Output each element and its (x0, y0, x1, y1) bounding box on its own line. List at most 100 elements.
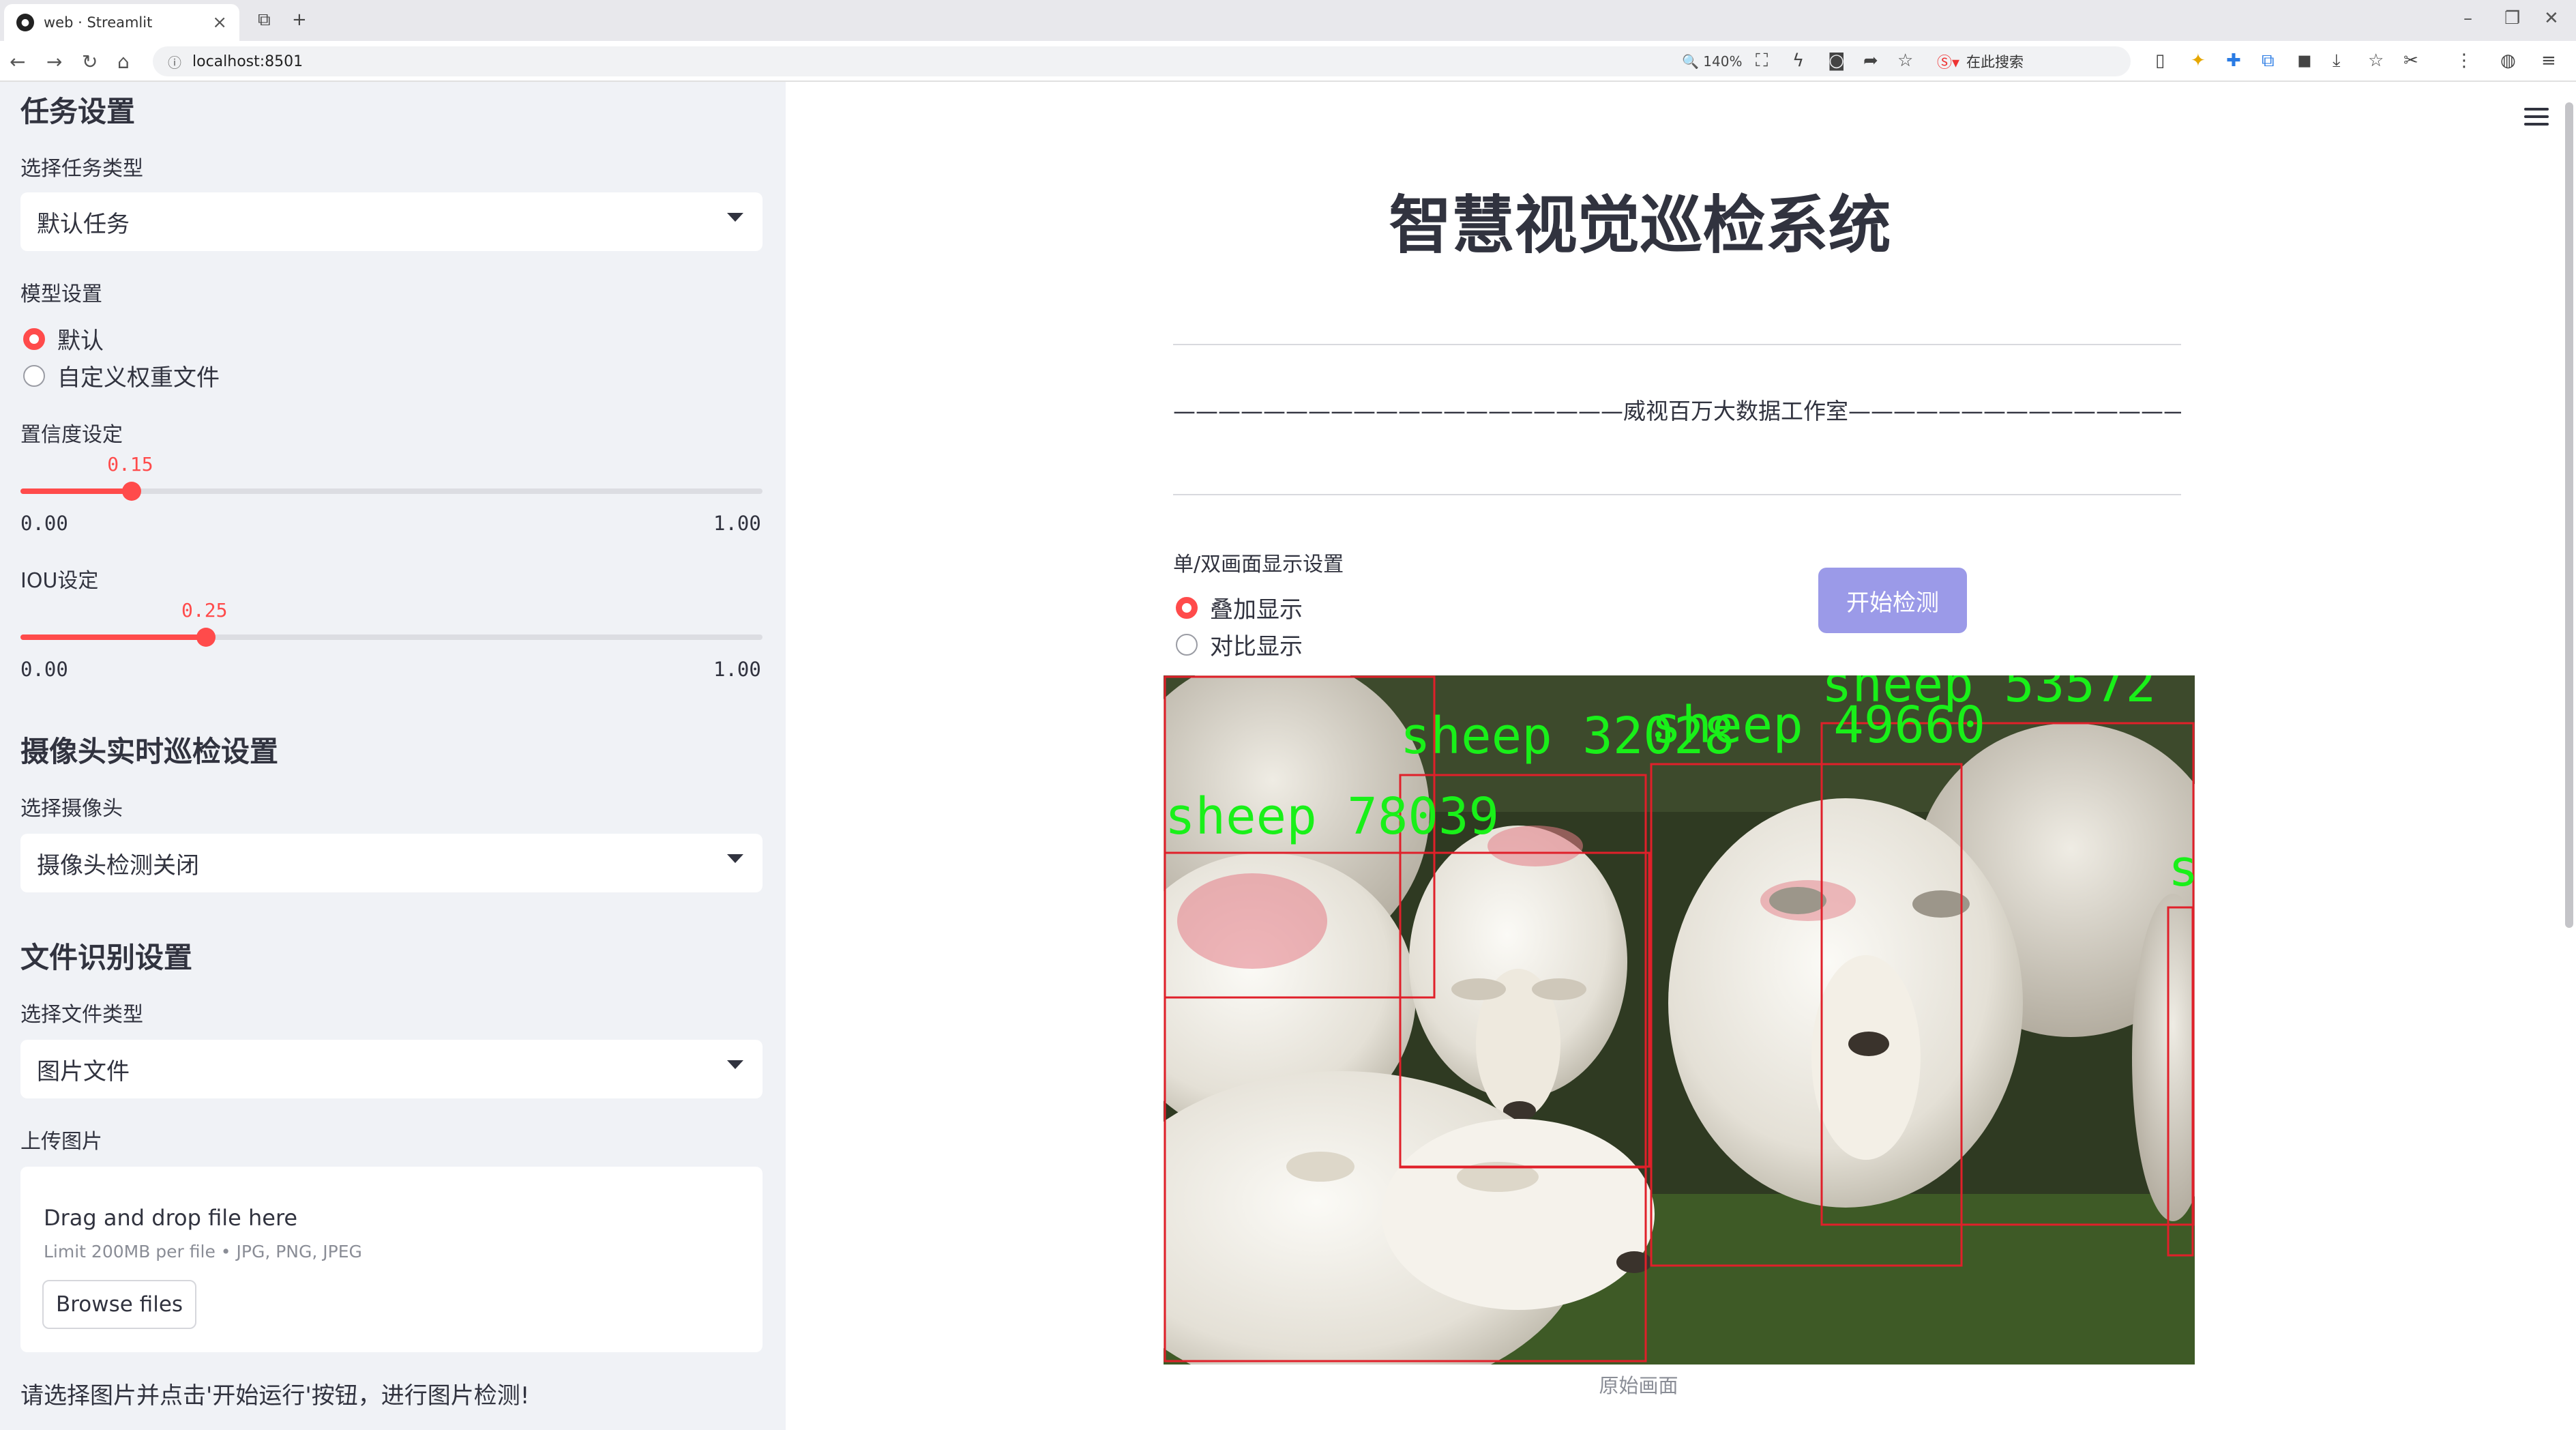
iou-max: 1.00 (713, 658, 761, 681)
search-engine-icon: Ⓢ▾ (1937, 55, 1960, 72)
close-window-icon[interactable]: ✕ (2544, 8, 2559, 29)
sidebar: 任务设置 选择任务类型 默认任务 模型设置 默认 自定义权重文件 置信度设定 0… (0, 82, 786, 1430)
search-placeholder: 在此搜索 (1966, 54, 2024, 70)
model-option-default[interactable]: 默认 (23, 322, 104, 355)
chevron-down-icon (727, 1060, 743, 1069)
task-type-value: 默认任务 (37, 210, 130, 238)
reload-icon[interactable]: ↻ (82, 50, 98, 73)
reading-mode-icon[interactable]: ▯ (2155, 50, 2165, 71)
close-tab-icon[interactable]: × (212, 12, 227, 33)
browser-tab[interactable]: ● web · Streamlit × (4, 4, 239, 41)
restore-icon[interactable]: ❐ (2504, 8, 2520, 29)
profile-avatar-icon[interactable]: ◍ (2500, 50, 2516, 71)
radio-unselected-icon (23, 364, 45, 387)
browser-tab-bar: ● web · Streamlit × ⧉ + – ❐ ✕ (0, 0, 2576, 41)
display-option-label: 对比显示 (1210, 633, 1303, 660)
iou-label: IOU设定 (20, 569, 99, 593)
chevron-down-icon (727, 854, 743, 863)
streamlit-favicon-icon: ● (16, 14, 34, 31)
tab-group-icon[interactable]: ⧉ (258, 10, 271, 31)
share-icon[interactable]: ➦ (1863, 50, 1878, 71)
iou-value: 0.25 (181, 599, 228, 622)
detection-label: s (2168, 839, 2195, 898)
model-settings-label: 模型设置 (20, 282, 102, 306)
model-option-custom[interactable]: 自定义权重文件 (23, 359, 220, 392)
screenshot-icon[interactable]: ◙ (1828, 50, 1845, 71)
search-box[interactable]: Ⓢ▾ 在此搜索 (1937, 49, 2135, 74)
task-settings-header: 任务设置 (20, 95, 136, 128)
display-option-compare[interactable]: 对比显示 (1176, 628, 1303, 661)
back-icon[interactable]: ← (10, 50, 25, 73)
confidence-slider-fill (20, 488, 132, 494)
task-type-select[interactable]: 默认任务 (20, 192, 763, 251)
favorites-icon[interactable]: ☆ (2368, 50, 2384, 71)
confidence-label: 置信度设定 (20, 423, 123, 447)
forward-icon[interactable]: → (46, 50, 62, 73)
divider (1173, 494, 2181, 495)
camera-select[interactable]: 摄像头检测关闭 (20, 834, 763, 892)
display-settings-label: 单/双画面显示设置 (1173, 553, 1344, 577)
studio-banner: ————————————————————威视百万大数据工作室——————————… (1173, 398, 2181, 424)
translate-icon[interactable]: ⛶ (1756, 50, 1768, 72)
extension-icon[interactable]: ◼ (2297, 50, 2312, 71)
confidence-min: 0.00 (20, 512, 68, 535)
detection-image: sheep 78039 sheep 32028 sheep 49660 shee… (1164, 675, 2195, 1365)
model-option-label: 默认 (57, 327, 104, 355)
display-option-overlay[interactable]: 叠加显示 (1176, 591, 1303, 624)
confidence-max: 1.00 (713, 512, 761, 535)
detection-label: sheep 78039 (1165, 787, 1500, 846)
camera-settings-header: 摄像头实时巡检设置 (20, 735, 279, 768)
bookmark-star-icon[interactable]: ☆ (1897, 50, 1913, 71)
page-title: 智慧视觉巡检系统 (786, 175, 2576, 265)
new-tab-icon[interactable]: + (292, 10, 307, 30)
radio-selected-icon (1176, 596, 1198, 619)
hamburger-menu-icon[interactable] (2524, 108, 2549, 126)
file-dropzone[interactable]: Drag and drop file here Limit 200MB per … (20, 1167, 763, 1352)
confidence-slider-thumb[interactable] (122, 482, 142, 501)
image-caption: 原始画面 (786, 1370, 2576, 1399)
browse-files-button[interactable]: Browse files (42, 1280, 196, 1329)
minimize-icon[interactable]: – (2463, 8, 2472, 29)
start-detection-button[interactable]: 开始检测 (1818, 568, 1967, 633)
cut-icon[interactable]: ✂ (2403, 50, 2418, 71)
main-content: 智慧视觉巡检系统 ————————————————————威视百万大数据工作室—… (786, 82, 2576, 1430)
extension-icon[interactable]: ⧉ (2262, 50, 2275, 72)
url-text: localhost:8501 (192, 53, 304, 70)
iou-slider-thumb[interactable] (196, 628, 216, 647)
display-option-label: 叠加显示 (1210, 596, 1303, 624)
zoom-indicator[interactable]: 🔍 140% (1682, 53, 1742, 70)
tab-title: web · Streamlit (44, 14, 153, 31)
lightning-icon[interactable]: ϟ (1792, 50, 1804, 71)
page-title-text: 智慧视觉巡检系统 (1389, 189, 1891, 262)
model-option-label: 自定义权重文件 (57, 364, 220, 392)
home-icon[interactable]: ⌂ (117, 50, 130, 73)
zoom-icon: 🔍 (1682, 53, 1699, 70)
file-type-label: 选择文件类型 (20, 1003, 143, 1027)
address-bar: ← → ↻ ⌂ ⓘ localhost:8501 🔍 140% ⛶ ϟ ◙ ➦ … (0, 41, 2576, 82)
extension-icon[interactable]: ✦ (2191, 50, 2206, 71)
zoom-level: 140% (1703, 53, 1743, 70)
download-icon[interactable]: ⤓ (2333, 50, 2341, 72)
confidence-slider[interactable] (20, 482, 763, 501)
confidence-value: 0.15 (107, 453, 153, 476)
task-type-label: 选择任务类型 (20, 157, 143, 181)
radio-unselected-icon (1176, 633, 1198, 656)
iou-slider[interactable] (20, 628, 763, 647)
iou-min: 0.00 (20, 658, 68, 681)
upload-label: 上传图片 (20, 1130, 102, 1154)
site-info-icon[interactable]: ⓘ (168, 52, 181, 72)
camera-label: 选择摄像头 (20, 797, 123, 821)
extension-icon[interactable]: ✚ (2226, 50, 2241, 71)
browser-menu-icon[interactable]: ≡ (2541, 50, 2556, 71)
file-type-select[interactable]: 图片文件 (20, 1040, 763, 1098)
divider (1173, 344, 2181, 345)
radio-selected-icon (23, 327, 45, 350)
dropzone-title: Drag and drop file here (44, 1205, 298, 1231)
instruction-text: 请选择图片并点击'开始运行'按钮，进行图片检测! (20, 1382, 530, 1410)
camera-value: 摄像头检测关闭 (37, 851, 199, 879)
more-icon[interactable]: ⋮ (2455, 50, 2473, 71)
dropzone-limit: Limit 200MB per file • JPG, PNG, JPEG (44, 1242, 362, 1261)
sheep-photo (1164, 675, 2195, 1365)
file-type-value: 图片文件 (37, 1057, 130, 1085)
detection-label: sheep 53572 (1822, 675, 2157, 714)
